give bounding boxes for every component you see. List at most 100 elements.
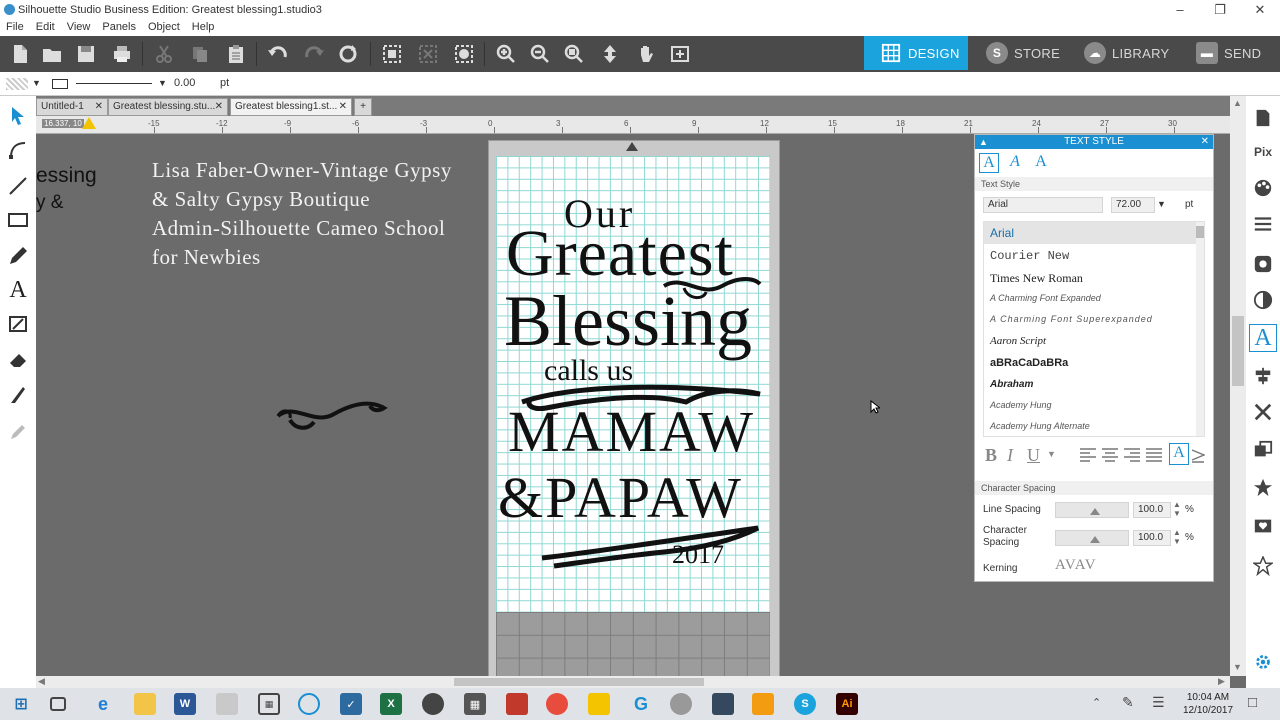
minimize-button[interactable]: – bbox=[1160, 0, 1200, 20]
excel-icon[interactable]: X bbox=[380, 693, 402, 715]
app-icon[interactable] bbox=[670, 693, 692, 715]
fill-gradient-icon[interactable] bbox=[1249, 286, 1277, 314]
calculator-icon[interactable]: ▦ bbox=[464, 693, 486, 715]
redo-icon[interactable] bbox=[300, 40, 328, 68]
scroll-right-arrow-icon[interactable]: ▶ bbox=[1218, 676, 1225, 687]
horizontal-scroll-thumb[interactable] bbox=[454, 678, 704, 686]
font-item-courier-new[interactable]: Courier New bbox=[990, 249, 1069, 263]
line-spacing-slider[interactable] bbox=[1055, 502, 1129, 518]
library-heart-icon[interactable] bbox=[1249, 512, 1277, 540]
print-icon[interactable] bbox=[108, 40, 136, 68]
font-item-charming-superexpanded[interactable]: A Charming Font Superexpanded bbox=[990, 314, 1153, 324]
select-arrow-icon[interactable] bbox=[4, 102, 32, 130]
group-icon[interactable] bbox=[378, 40, 406, 68]
tab-library[interactable]: ☁ LIBRARY bbox=[1084, 36, 1180, 70]
tab-untitled-1[interactable]: Untitled-1 ✕ bbox=[36, 98, 108, 116]
app-icon[interactable] bbox=[752, 693, 774, 715]
point-edit-icon[interactable] bbox=[4, 136, 32, 164]
line-spacing-input[interactable]: 100.0 bbox=[1133, 502, 1171, 518]
save-icon[interactable] bbox=[72, 40, 100, 68]
font-item-arial[interactable]: Arial bbox=[990, 226, 1014, 240]
text-style-panel-icon[interactable]: A bbox=[1249, 324, 1277, 352]
partial-text-line2[interactable]: y & bbox=[36, 192, 63, 214]
credit-text-line3[interactable]: Admin-Silhouette Cameo School bbox=[152, 216, 445, 241]
paste-icon[interactable] bbox=[222, 40, 250, 68]
align-left-icon[interactable] bbox=[1079, 446, 1097, 464]
font-list[interactable]: Arial Courier New Times New Roman A Char… bbox=[983, 221, 1205, 437]
rectangle-tool-icon[interactable] bbox=[4, 206, 32, 234]
line-style-icon[interactable] bbox=[1249, 210, 1277, 238]
tab-greatest-blessing1[interactable]: Greatest blessing1.st... ✕ bbox=[230, 98, 352, 116]
vertical-text-icon[interactable] bbox=[1191, 446, 1205, 464]
fill-color-palette-icon[interactable] bbox=[1249, 174, 1277, 202]
underline-button[interactable]: U bbox=[1027, 445, 1040, 466]
notification-icon[interactable]: □ bbox=[1248, 694, 1257, 711]
browser-icon[interactable] bbox=[422, 693, 444, 715]
chevron-down-icon[interactable]: ▼ bbox=[158, 78, 167, 88]
vertical-scroll-thumb[interactable] bbox=[1232, 316, 1244, 386]
font-item-charming-expanded[interactable]: A Charming Font Expanded bbox=[990, 293, 1101, 303]
draw-pencil-icon[interactable] bbox=[4, 242, 32, 270]
font-item-abracadabra[interactable]: aBRaCaDaBRa bbox=[990, 357, 1068, 369]
app-icon[interactable] bbox=[712, 693, 734, 715]
line-tool-icon[interactable] bbox=[4, 172, 32, 200]
character-spacing-input[interactable]: 100.0 bbox=[1133, 530, 1171, 546]
tab-design[interactable]: DESIGN bbox=[864, 36, 968, 70]
menu-object[interactable]: Object bbox=[142, 20, 186, 36]
close-icon[interactable]: ✕ bbox=[95, 101, 103, 112]
close-icon[interactable]: ✕ bbox=[215, 101, 223, 112]
fill-pattern-icon[interactable] bbox=[1249, 250, 1277, 278]
copy-icon[interactable] bbox=[186, 40, 214, 68]
font-item-academy-hung[interactable]: Academy Hung bbox=[990, 400, 1052, 410]
tab-store[interactable]: S STORE bbox=[986, 36, 1070, 70]
align-center-icon[interactable] bbox=[1101, 446, 1119, 464]
fill-pattern-icon[interactable] bbox=[6, 78, 28, 90]
illustrator-icon[interactable]: Ai bbox=[836, 693, 858, 715]
edit-text-icon[interactable] bbox=[4, 310, 32, 338]
line-width-input[interactable]: 0.00 bbox=[174, 77, 210, 92]
sticky-notes-icon[interactable] bbox=[588, 693, 610, 715]
horizontal-scrollbar[interactable]: ◀ ▶ bbox=[36, 676, 1230, 688]
task-view-icon[interactable] bbox=[50, 697, 66, 711]
taskbar-time[interactable]: 10:04 AM bbox=[1182, 692, 1234, 703]
tab-send[interactable]: ▬ SEND bbox=[1196, 36, 1276, 70]
cut-icon[interactable] bbox=[150, 40, 178, 68]
edge-browser-icon[interactable]: e bbox=[92, 693, 114, 715]
font-list-scrollbar[interactable] bbox=[1196, 222, 1204, 436]
slider-thumb[interactable] bbox=[1090, 536, 1100, 543]
line-spacing-stepper[interactable]: ▲ ▼ bbox=[1173, 500, 1181, 518]
circle-app-icon[interactable] bbox=[298, 693, 320, 715]
close-icon[interactable]: ✕ bbox=[339, 101, 347, 112]
settings-gear-icon[interactable] bbox=[1249, 648, 1277, 676]
text-to-path-tab-icon[interactable]: A bbox=[1005, 153, 1025, 173]
credit-text-line1[interactable]: Lisa Faber-Owner-Vintage Gypsy bbox=[152, 158, 452, 183]
font-name-input[interactable]: Arial bbox=[983, 197, 1103, 213]
zoom-out-icon[interactable] bbox=[526, 40, 554, 68]
menu-panels[interactable]: Panels bbox=[96, 20, 142, 36]
chrome-icon[interactable] bbox=[546, 693, 568, 715]
app-g-icon[interactable]: G bbox=[630, 693, 652, 715]
font-item-academy-hung-alternate[interactable]: Academy Hung Alternate bbox=[990, 421, 1090, 431]
eyedropper-icon[interactable] bbox=[4, 416, 32, 444]
add-tab-button[interactable]: + bbox=[354, 98, 372, 116]
wifi-icon[interactable]: ☰ bbox=[1152, 694, 1165, 711]
menu-help[interactable]: Help bbox=[186, 20, 221, 36]
design-text-year[interactable]: 2017 bbox=[672, 540, 724, 570]
menu-file[interactable]: File bbox=[0, 20, 30, 36]
page-setup-icon[interactable] bbox=[1249, 104, 1277, 132]
align-icon[interactable] bbox=[1249, 362, 1277, 390]
text-warp-tab-icon[interactable]: A bbox=[1031, 153, 1051, 173]
credit-text-line2[interactable]: & Salty Gypsy Boutique bbox=[152, 187, 370, 212]
pixscan-icon[interactable]: Pix bbox=[1249, 138, 1277, 166]
chevron-down-icon[interactable]: ▼ bbox=[32, 78, 41, 88]
slider-thumb[interactable] bbox=[1090, 508, 1100, 515]
file-explorer-icon[interactable] bbox=[134, 693, 156, 715]
close-icon[interactable]: ✕ bbox=[1201, 135, 1209, 149]
move-arrows-icon[interactable] bbox=[596, 40, 624, 68]
design-text-papaw[interactable]: &PAPAW bbox=[498, 464, 743, 531]
font-item-aaron-script[interactable]: Aaron Script bbox=[990, 335, 1046, 347]
design-text-blessing[interactable]: Blessing bbox=[504, 280, 752, 363]
scroll-left-arrow-icon[interactable]: ◀ bbox=[38, 676, 45, 687]
collapse-chevron-icon[interactable]: ▲ bbox=[979, 135, 988, 149]
vertical-scrollbar[interactable]: ▲ ▼ bbox=[1230, 96, 1246, 676]
